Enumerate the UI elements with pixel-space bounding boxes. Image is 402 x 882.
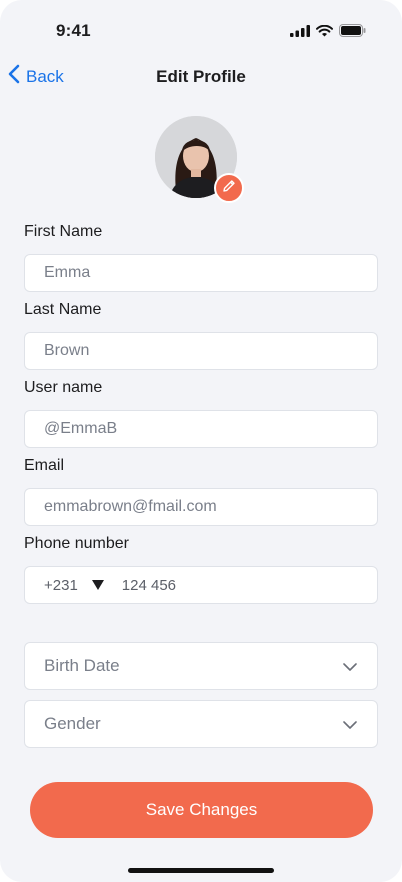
- navigation-bar: Back Edit Profile: [0, 58, 402, 94]
- birth-date-placeholder: Birth Date: [44, 656, 120, 675]
- status-icons: [290, 24, 366, 42]
- last-name-value: Brown: [44, 342, 90, 359]
- home-indicator: [128, 868, 274, 873]
- username-field[interactable]: @EmmaB: [24, 410, 378, 448]
- gender-select[interactable]: Gender: [24, 700, 378, 748]
- chevron-down-icon: [343, 659, 357, 677]
- gender-placeholder: Gender: [44, 714, 101, 733]
- first-name-label: First Name: [24, 223, 103, 240]
- last-name-label: Last Name: [24, 301, 102, 318]
- phone-number-label: Phone number: [24, 535, 129, 552]
- email-value: emmabrown@fmail.com: [44, 498, 217, 515]
- page-title: Edit Profile: [156, 67, 246, 86]
- status-bar: 9:41: [0, 0, 402, 62]
- country-code-value[interactable]: +231: [44, 577, 78, 594]
- caret-down-icon[interactable]: [91, 580, 104, 590]
- first-name-field[interactable]: Emma: [24, 254, 378, 292]
- chevron-down-icon: [343, 717, 357, 735]
- first-name-value: Emma: [44, 264, 91, 281]
- signal-icon: [290, 24, 310, 42]
- avatar-section: [155, 116, 245, 206]
- birth-date-select[interactable]: Birth Date: [24, 642, 378, 690]
- email-field[interactable]: emmabrown@fmail.com: [24, 488, 378, 526]
- edit-avatar-button[interactable]: [214, 173, 244, 203]
- username-label: User name: [24, 379, 103, 396]
- save-changes-button[interactable]: Save Changes: [30, 782, 373, 838]
- phone-number-value: 124 456: [121, 576, 177, 594]
- pencil-icon: [222, 179, 236, 198]
- phone-screen: 9:41 Back Edit Profile First Name Emma L…: [0, 0, 402, 882]
- email-label: Email: [24, 457, 65, 474]
- username-value: @EmmaB: [44, 420, 118, 437]
- status-time: 9:41: [56, 21, 91, 40]
- phone-number-field[interactable]: +231 124 456: [24, 566, 378, 604]
- wifi-icon: [316, 24, 333, 42]
- battery-icon: [339, 24, 366, 42]
- last-name-field[interactable]: Brown: [24, 332, 378, 370]
